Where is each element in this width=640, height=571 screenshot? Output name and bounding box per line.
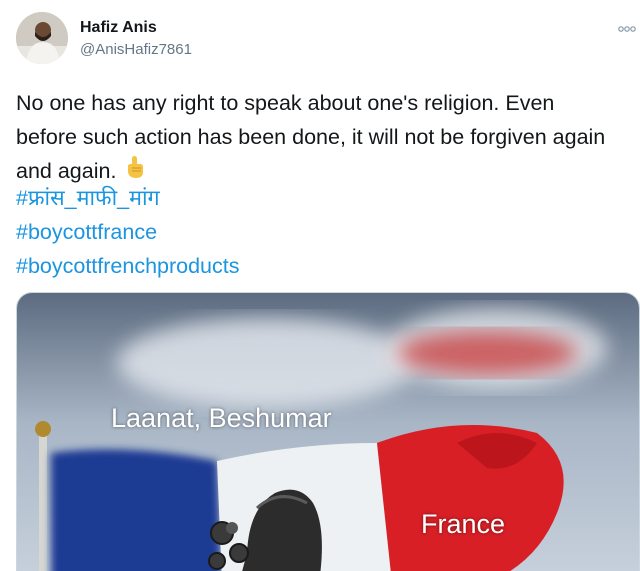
- author-display-name[interactable]: Hafiz Anis: [80, 18, 192, 38]
- tweet-card: Hafiz Anis @AnisHafiz7861 No one has any…: [0, 0, 640, 571]
- hashtag-link-3[interactable]: #boycottfrenchproducts: [16, 250, 240, 282]
- tweet-header: Hafiz Anis @AnisHafiz7861: [16, 12, 640, 68]
- author-names: Hafiz Anis @AnisHafiz7861: [80, 18, 192, 60]
- tweet-text: No one has any right to speak about one'…: [16, 86, 620, 189]
- hashtag-link-1[interactable]: #फ्रांस_माफी_मांग: [16, 182, 160, 214]
- avatar-image: [16, 12, 68, 64]
- media-caption-flag: France: [421, 509, 506, 539]
- author-handle[interactable]: @AnisHafiz7861: [80, 40, 192, 60]
- hashtag-link-2[interactable]: #boycottfrance: [16, 216, 157, 248]
- tweet-media-image[interactable]: Laanat, Beshumar France: [16, 292, 640, 571]
- media-caption-top: Laanat, Beshumar: [111, 403, 332, 433]
- more-options-icon[interactable]: [618, 20, 636, 36]
- tweet-text-content: No one has any right to speak about one'…: [16, 91, 606, 183]
- avatar[interactable]: [16, 12, 68, 64]
